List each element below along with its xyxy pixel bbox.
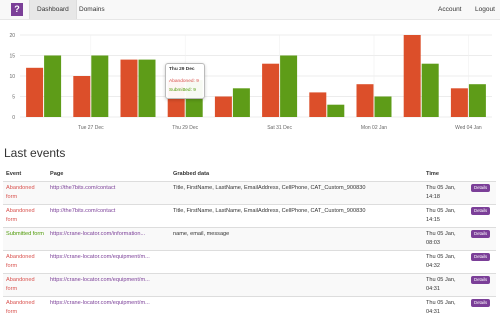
event-time: Thu 05 Jan, 04:31 [423, 274, 468, 297]
page-link[interactable]: http://the7bits.com/contact [50, 185, 115, 191]
event-time: Thu 05 Jan, 08:03 [423, 228, 468, 251]
top-navbar: ? Dashboard Domains Account Logout [0, 0, 500, 20]
bar-abandoned-6[interactable] [309, 92, 326, 117]
bar-submitted-6[interactable] [327, 105, 344, 117]
table-row: Abandoned form https://crane-locator.com… [3, 297, 496, 319]
actions-cell: Details [468, 251, 496, 274]
page-link[interactable]: https://crane-locator.com/information... [50, 231, 145, 237]
bar-submitted-4[interactable] [233, 88, 250, 117]
bar-abandoned-0[interactable] [26, 68, 43, 117]
bar-abandoned-1[interactable] [73, 76, 90, 117]
y-tick-label: 0 [12, 115, 15, 121]
bar-submitted-8[interactable] [422, 64, 439, 117]
y-tick-label: 15 [9, 54, 15, 60]
bar-abandoned-4[interactable] [215, 97, 232, 118]
x-tick-label: Wed 04 Jan [455, 125, 482, 131]
events-bar-chart: 0 5 10 15 20 Tue 27 Dec Thu 29 Dec Sat 31 Dec Mo… [0, 26, 500, 138]
table-row: Submitted form https://crane-locator.com… [3, 228, 496, 251]
page-cell: https://crane-locator.com/equipment/m... [47, 251, 170, 274]
tooltip-abandoned: Abandoned: 9 [169, 79, 199, 84]
page-link[interactable]: http://the7bits.com/contact [50, 208, 115, 214]
event-type: Abandoned form [3, 297, 47, 319]
actions-cell: Details [468, 274, 496, 297]
page-cell: https://crane-locator.com/information... [47, 228, 170, 251]
y-tick-label: 20 [9, 33, 15, 39]
event-time: Thu 05 Jan, 14:15 [423, 205, 468, 228]
tooltip-submitted: Submitted: 9 [169, 88, 196, 93]
table-row: Abandoned form https://crane-locator.com… [3, 251, 496, 274]
details-button[interactable]: Details [471, 230, 490, 238]
grabbed-data [170, 297, 423, 319]
tab-dashboard[interactable]: Dashboard [29, 0, 77, 19]
actions-cell: Details [468, 228, 496, 251]
column-header-time: Time [423, 166, 468, 182]
x-tick-label: Tue 27 Dec [78, 125, 104, 131]
column-header-event: Event [3, 166, 47, 182]
bar-submitted-9[interactable] [469, 84, 486, 117]
actions-cell: Details [468, 205, 496, 228]
column-header-page: Page [47, 166, 170, 182]
tab-domains[interactable]: Domains [72, 0, 112, 19]
bar-submitted-2[interactable] [139, 60, 156, 117]
y-tick-label: 10 [9, 74, 15, 80]
event-type: Abandoned form [3, 251, 47, 274]
chart-tooltip: Thu 29 Dec Abandoned: 9 Submitted: 9 [165, 63, 205, 99]
events-chart: 0 5 10 15 20 Tue 27 Dec Thu 29 Dec Sat 31 Dec Mo… [0, 26, 500, 138]
details-button[interactable]: Details [471, 207, 490, 215]
event-type: Abandoned form [3, 274, 47, 297]
bar-abandoned-9[interactable] [451, 88, 468, 117]
x-tick-label: Sat 31 Dec [267, 125, 292, 131]
last-events-heading: Last events [4, 146, 65, 160]
grabbed-data [170, 251, 423, 274]
page-link[interactable]: https://crane-locator.com/equipment/m... [50, 300, 150, 306]
bar-submitted-0[interactable] [44, 56, 61, 118]
y-tick-label: 5 [12, 95, 15, 101]
actions-cell: Details [468, 297, 496, 319]
bar-abandoned-2[interactable] [121, 60, 138, 117]
table-row: Abandoned form http://the7bits.com/conta… [3, 182, 496, 205]
details-button[interactable]: Details [471, 253, 490, 261]
bar-abandoned-7[interactable] [357, 84, 374, 117]
page-link[interactable]: https://crane-locator.com/equipment/m... [50, 254, 150, 260]
details-button[interactable]: Details [471, 184, 490, 192]
event-time: Thu 05 Jan, 04:32 [423, 251, 468, 274]
page-cell: http://the7bits.com/contact [47, 182, 170, 205]
bar-submitted-7[interactable] [375, 97, 392, 118]
page-link[interactable]: https://crane-locator.com/equipment/m... [50, 277, 150, 283]
page-cell: https://crane-locator.com/equipment/m... [47, 297, 170, 319]
app-logo[interactable]: ? [11, 3, 23, 16]
grabbed-data: Title, FirstName, LastName, EmailAddress… [170, 205, 423, 228]
page-cell: http://the7bits.com/contact [47, 205, 170, 228]
account-link[interactable]: Account [431, 0, 469, 19]
x-tick-label: Mon 02 Jan [361, 125, 387, 131]
event-time: Thu 05 Jan, 04:31 [423, 297, 468, 319]
page-cell: https://crane-locator.com/equipment/m... [47, 274, 170, 297]
event-type: Submitted form [3, 228, 47, 251]
grabbed-data: Title, FirstName, LastName, EmailAddress… [170, 182, 423, 205]
bar-submitted-5[interactable] [280, 56, 297, 118]
bar-submitted-1[interactable] [91, 56, 108, 118]
column-header-actions [468, 166, 496, 182]
event-time: Thu 05 Jan, 14:18 [423, 182, 468, 205]
events-table: Event Page Grabbed data Time Abandoned f… [3, 166, 496, 319]
table-row: Abandoned form https://crane-locator.com… [3, 274, 496, 297]
table-header-row: Event Page Grabbed data Time [3, 166, 496, 182]
details-button[interactable]: Details [471, 299, 490, 307]
details-button[interactable]: Details [471, 276, 490, 284]
actions-cell: Details [468, 182, 496, 205]
x-tick-label: Thu 29 Dec [172, 125, 198, 131]
event-type: Abandoned form [3, 205, 47, 228]
column-header-grabbed-data: Grabbed data [170, 166, 423, 182]
tooltip-title: Thu 29 Dec [169, 67, 195, 72]
logout-link[interactable]: Logout [468, 0, 500, 19]
grabbed-data [170, 274, 423, 297]
table-row: Abandoned form http://the7bits.com/conta… [3, 205, 496, 228]
grabbed-data: name, email, message [170, 228, 423, 251]
bar-abandoned-5[interactable] [262, 64, 279, 117]
bar-abandoned-8[interactable] [404, 35, 421, 117]
event-type: Abandoned form [3, 182, 47, 205]
